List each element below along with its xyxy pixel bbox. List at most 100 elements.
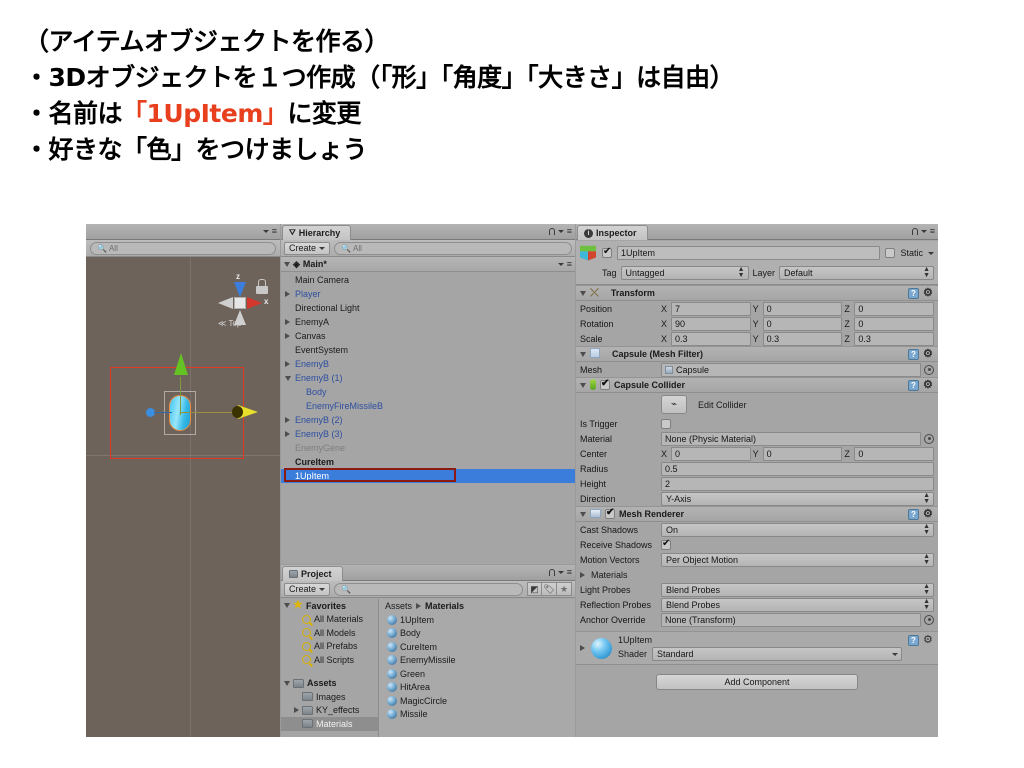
field-object-input[interactable]: None (Transform)	[661, 612, 921, 627]
object-name-field[interactable]: 1UpItem	[617, 246, 881, 260]
project-tree-item-all-scripts[interactable]: All Scripts	[281, 653, 378, 667]
gizmo-z-axis-cone[interactable]	[234, 282, 246, 297]
hierarchy-tab-icons[interactable]: ≡	[548, 227, 572, 236]
gizmo-x-axis-cone[interactable]	[247, 297, 262, 309]
project-create-button[interactable]: Create	[284, 582, 331, 596]
hierarchy-item-main-camera[interactable]: Main Camera	[281, 273, 575, 287]
gear-icon[interactable]: ⚙	[923, 379, 934, 391]
project-tree-item-all-models[interactable]: All Models	[281, 626, 378, 640]
chevron-down-icon[interactable]	[284, 603, 290, 609]
scene-viewport[interactable]: z x ≪ Top	[86, 257, 280, 737]
hierarchy-item-1upitem[interactable]: 1UpItem	[281, 469, 575, 483]
chevron-down-icon[interactable]	[557, 230, 564, 233]
tag-dropdown[interactable]: Untagged ▲ ▼	[620, 265, 749, 280]
hierarchy-panel[interactable]: ⛛ Hierarchy ≡ Create 🔍 All ◈ Main* ≡ Mai…	[281, 224, 575, 564]
field-x-input[interactable]: 0	[671, 446, 751, 461]
field-radius[interactable]: Radius 0.5	[576, 461, 938, 476]
chevron-right-icon[interactable]	[285, 333, 295, 339]
scene-menu-icon[interactable]: ≡	[567, 259, 572, 269]
breadcrumb-assets[interactable]: Assets	[385, 601, 412, 611]
field-dropdown[interactable]: Blend Probes ▲ ▼	[661, 582, 934, 597]
tab-hierarchy[interactable]: ⛛ Hierarchy	[282, 225, 352, 240]
chevron-down-icon[interactable]	[284, 261, 290, 267]
material-inspector[interactable]: 1UpItem Shader Standard ? ⚙	[576, 631, 938, 665]
field-z-input[interactable]: 0	[854, 446, 935, 461]
chevron-down-icon[interactable]	[557, 571, 564, 574]
hierarchy-create-button[interactable]: Create	[284, 241, 331, 255]
hierarchy-item-enemyfiremissileb[interactable]: EnemyFireMissileB	[281, 399, 575, 413]
object-picker-icon[interactable]	[924, 364, 934, 375]
project-asset-list[interactable]: 1UpItem Body CureItem EnemyMissile Green HitA…	[379, 613, 575, 721]
chevron-right-icon[interactable]	[285, 361, 295, 367]
edit-collider-row[interactable]: ⌁ Edit Collider	[576, 393, 938, 416]
chevron-down-icon[interactable]	[928, 251, 934, 255]
project-panel[interactable]: Project ≡ Create 🔍 ◩ 🏷 ★ ★ Favorites All…	[281, 565, 575, 737]
tab-project[interactable]: Project	[282, 566, 343, 581]
project-toolbar[interactable]: Create 🔍 ◩ 🏷 ★	[281, 581, 575, 598]
object-picker-icon[interactable]	[924, 433, 934, 444]
hierarchy-item-enemyb-1[interactable]: EnemyB (1)	[281, 371, 575, 385]
field-anchor-override[interactable]: Anchor Override None (Transform)	[576, 612, 938, 627]
chevron-right-icon[interactable]	[580, 571, 585, 578]
static-checkbox[interactable]	[885, 248, 896, 258]
chevron-down-icon[interactable]	[557, 262, 564, 266]
field-mesh[interactable]: Mesh Capsule	[576, 362, 938, 377]
project-tab-icons[interactable]: ≡	[548, 568, 572, 577]
chevron-right-icon[interactable]	[285, 319, 295, 325]
hierarchy-item-canvas[interactable]: Canvas	[281, 329, 575, 343]
field-direction[interactable]: Direction Y-Axis ▲ ▼	[576, 491, 938, 506]
field-object-input[interactable]: None (Physic Material)	[661, 431, 921, 446]
field-scale[interactable]: Scale X 0.3 Y 0.3 Z 0.3	[576, 331, 938, 346]
field-dropdown[interactable]: Per Object Motion ▲ ▼	[661, 552, 934, 567]
menu-icon[interactable]: ≡	[567, 227, 572, 236]
field-x-input[interactable]: 0.3	[671, 331, 751, 346]
gear-icon[interactable]: ⚙	[923, 508, 934, 520]
hierarchy-item-player[interactable]: Player	[281, 287, 575, 301]
hierarchy-list[interactable]: Main Camera Player Directional Light EnemyA…	[281, 273, 575, 564]
component-header-mesh-renderer[interactable]: Mesh Renderer? ⚙	[576, 506, 938, 522]
scene-view-toolbar[interactable]: 🔍 All	[86, 240, 280, 257]
object-picker-icon[interactable]	[924, 614, 934, 625]
chevron-down-icon[interactable]	[284, 680, 290, 686]
field-center[interactable]: Center X 0 Y 0 Z 0	[576, 446, 938, 461]
layer-dropdown[interactable]: Default ▲ ▼	[779, 265, 934, 280]
field-height[interactable]: Height 2	[576, 476, 938, 491]
project-asset-item[interactable]: MagicCircle	[379, 694, 575, 708]
field-y-input[interactable]: 0.3	[762, 331, 843, 346]
chevron-down-icon[interactable]	[580, 511, 586, 517]
help-icon[interactable]: ?	[908, 635, 919, 646]
label-filter-icon[interactable]: 🏷	[542, 582, 557, 596]
hierarchy-item-enemyb-3[interactable]: EnemyB (3)	[281, 427, 575, 441]
help-icon[interactable]: ?	[908, 287, 919, 299]
field-light-probes[interactable]: Light Probes Blend Probes ▲ ▼	[576, 582, 938, 597]
chevron-down-icon[interactable]	[262, 230, 269, 233]
hierarchy-item-cureitem[interactable]: CureItem	[281, 455, 575, 469]
gear-icon[interactable]: ⚙	[923, 635, 934, 646]
field-is-trigger[interactable]: Is Trigger	[576, 416, 938, 431]
chevron-right-icon[interactable]	[285, 291, 295, 297]
field-dropdown[interactable]: Y-Axis ▲ ▼	[661, 491, 934, 506]
field-dropdown[interactable]: On ▲ ▼	[661, 522, 934, 537]
breadcrumb[interactable]: Assets Materials	[379, 599, 575, 613]
field-y-input[interactable]: 0	[762, 301, 843, 316]
scene-view-panel[interactable]: ≡ 🔍 All z x ≪ Top	[86, 224, 280, 737]
component-enabled-checkbox[interactable]	[600, 378, 610, 390]
field-z-input[interactable]: 0.3	[854, 331, 935, 346]
project-asset-item[interactable]: Body	[379, 627, 575, 641]
lock-icon[interactable]	[911, 228, 918, 235]
hierarchy-item-directional-light[interactable]: Directional Light	[281, 301, 575, 315]
hierarchy-item-enemya[interactable]: EnemyA	[281, 315, 575, 329]
hierarchy-scene-row[interactable]: ◈ Main* ≡	[281, 257, 575, 272]
project-tree-item-ky-effects[interactable]: KY_effects	[281, 704, 378, 718]
object-enabled-checkbox[interactable]	[602, 246, 612, 258]
field-object-input[interactable]: Capsule	[661, 362, 921, 377]
component-header-capsule-collider[interactable]: Capsule Collider? ⚙	[576, 377, 938, 393]
menu-icon[interactable]: ≡	[930, 227, 935, 236]
gear-icon[interactable]: ⚙	[923, 348, 934, 360]
chevron-down-icon[interactable]	[920, 230, 927, 233]
scene-view-tab-icons[interactable]: ≡	[262, 227, 277, 236]
help-icon[interactable]: ?	[908, 508, 919, 520]
project-asset-item[interactable]: EnemyMissile	[379, 654, 575, 668]
field-reflection-probes[interactable]: Reflection Probes Blend Probes ▲ ▼	[576, 597, 938, 612]
project-asset-item[interactable]: Missile	[379, 708, 575, 722]
